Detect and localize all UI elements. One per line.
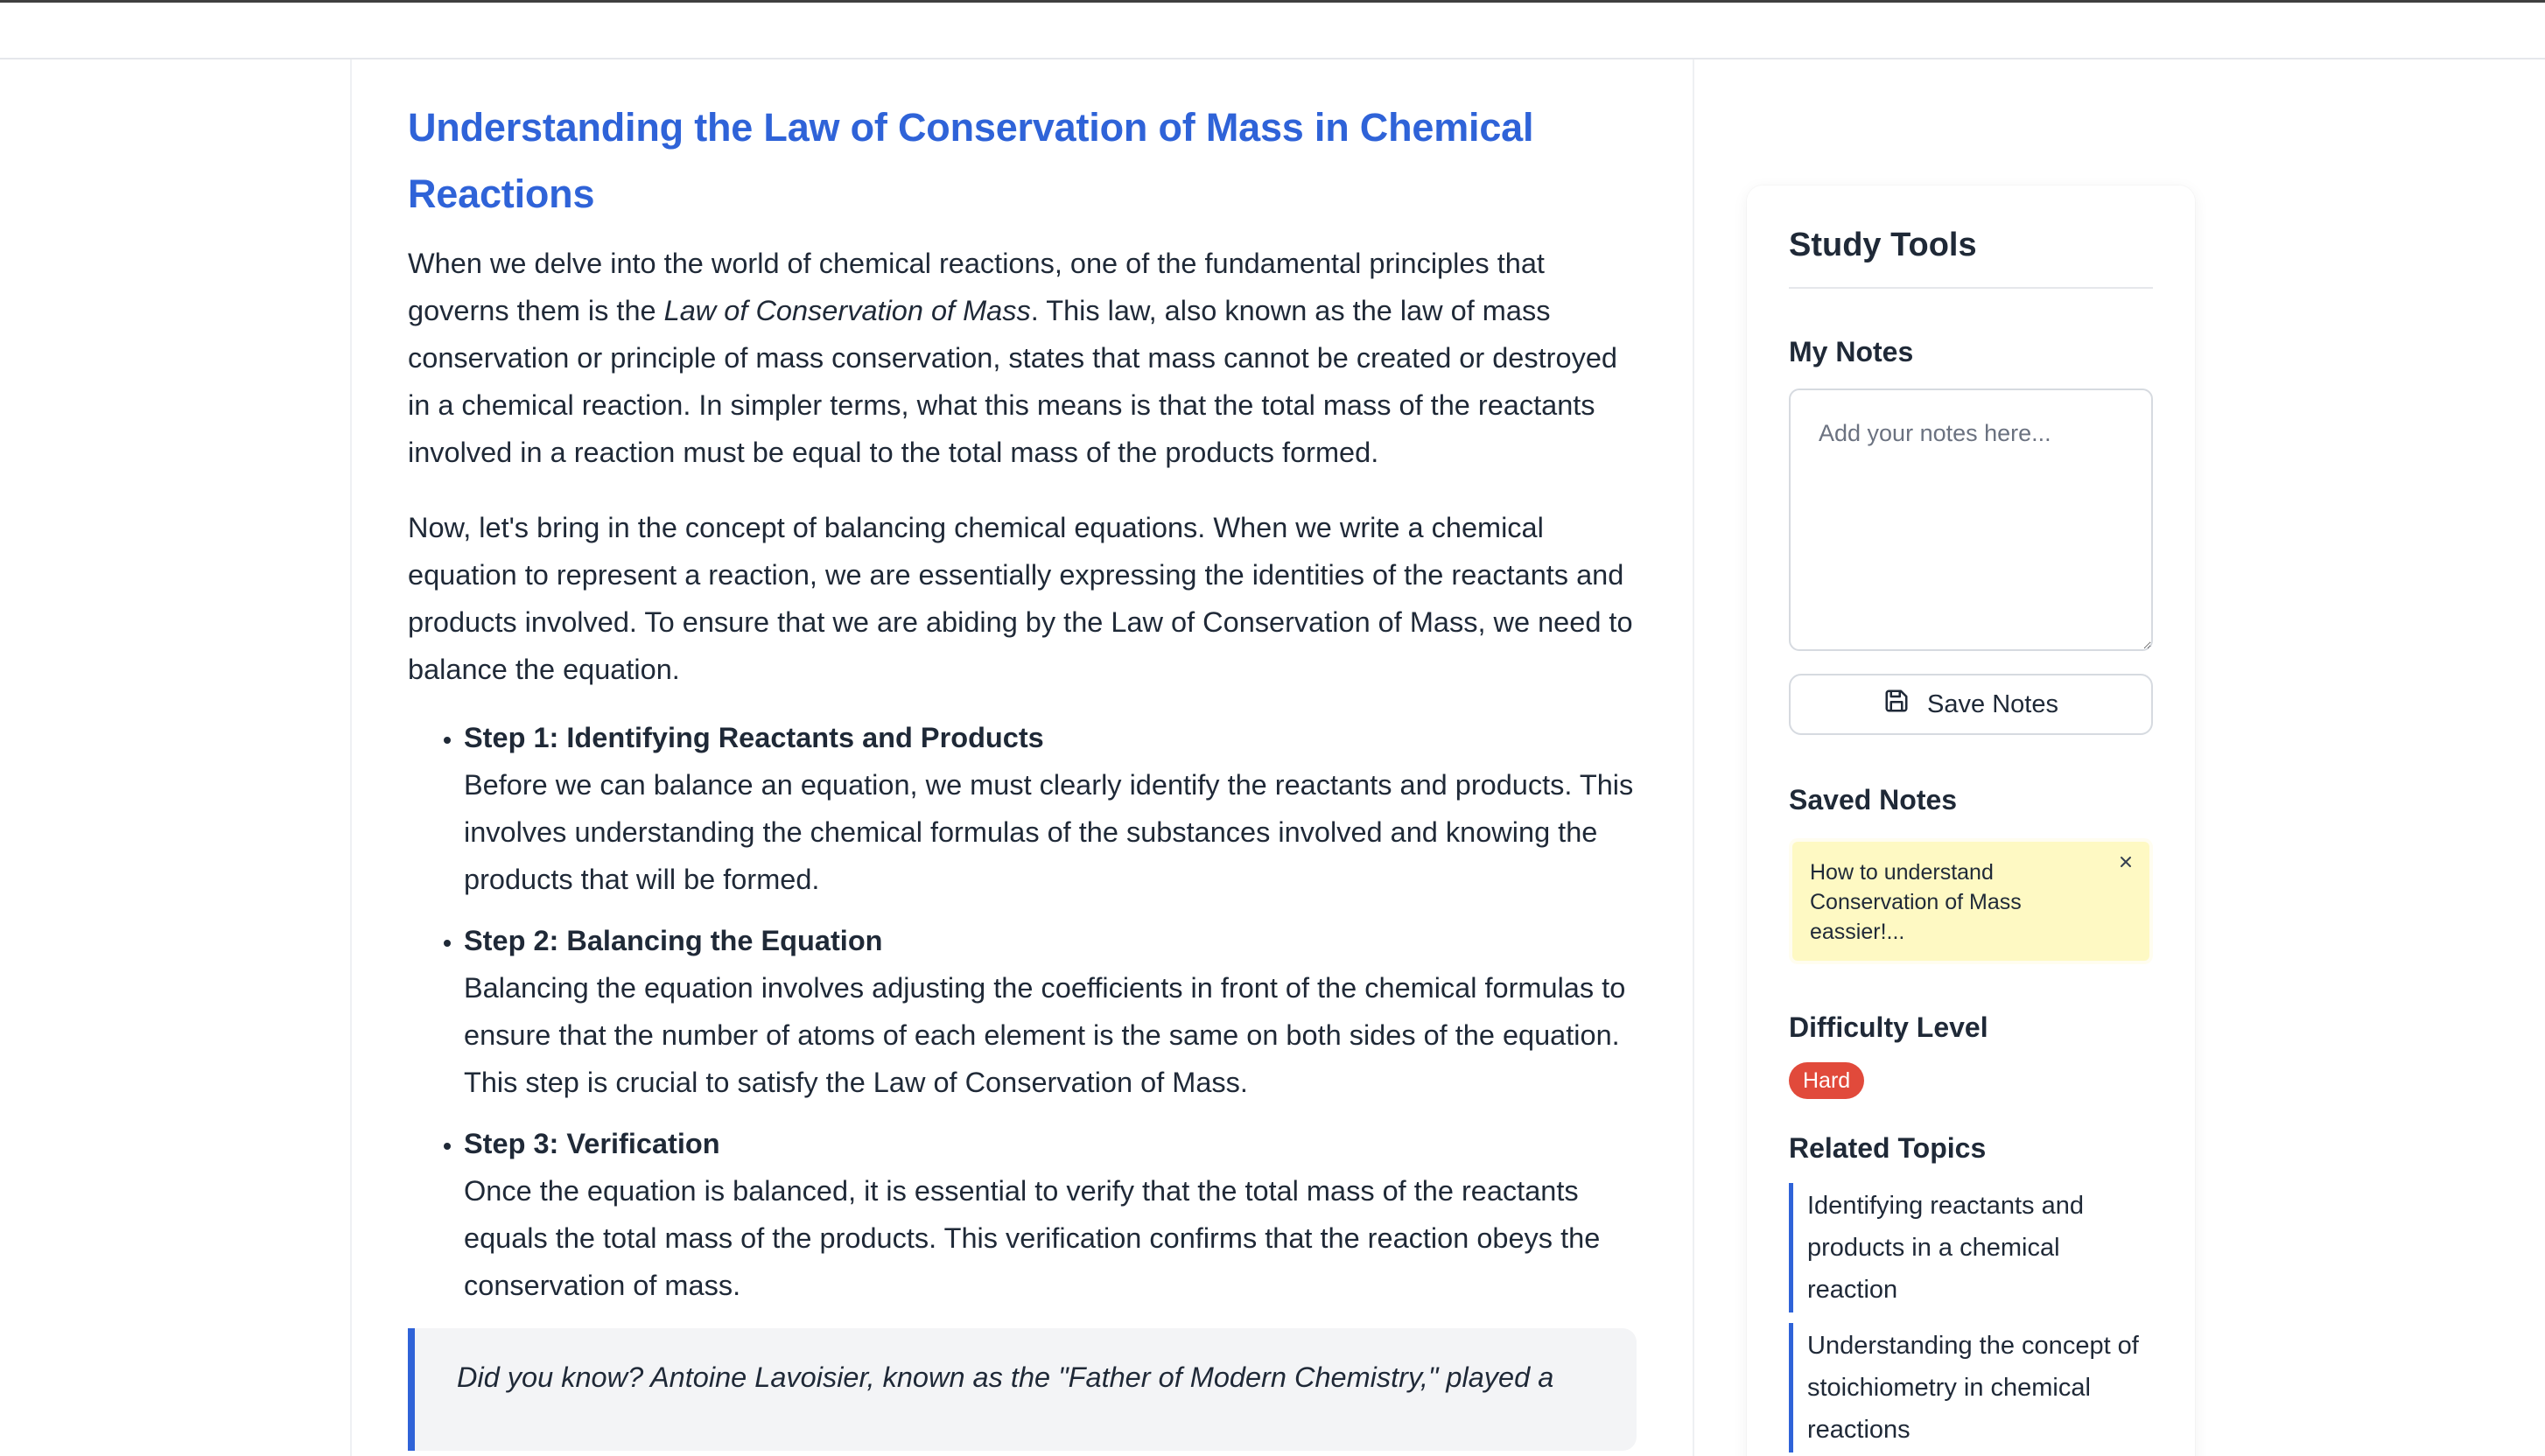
my-notes-heading: My Notes [1789,336,1914,368]
top-bar [0,0,2545,60]
article-panel: Understanding the Law of Conservation of… [350,60,1694,1456]
save-notes-button[interactable]: Save Notes [1789,674,2153,735]
related-topics-heading: Related Topics [1789,1132,1987,1164]
saved-notes-heading: Saved Notes [1789,784,1958,816]
intro-paragraph: When we delve into the world of chemical… [408,240,1637,476]
related-topic-link[interactable]: Identifying reactants and products in a … [1789,1183,2153,1312]
article-title: Understanding the Law of Conservation of… [408,105,1534,216]
study-tools-panel: Study Tools My Notes Save Notes Saved No… [1747,186,2195,1456]
page: Understanding the Law of Conservation of… [0,0,2545,1456]
step-item: Step 1: Identifying Reactants and Produc… [464,714,1637,903]
saved-note-text: How to understand Conservation of Mass e… [1810,860,2022,944]
law-name-emphasis: Law of Conservation of Mass [663,295,1031,326]
balancing-paragraph: Now, let's bring in the concept of balan… [408,512,1633,685]
save-notes-label: Save Notes [1927,690,2058,718]
related-topics-list: Identifying reactants and products in a … [1789,1183,2153,1452]
study-tools-title: Study Tools [1789,220,2153,289]
close-icon[interactable] [2113,849,2139,875]
step-text: Once the equation is balanced, it is ess… [464,1175,1601,1301]
saved-note[interactable]: How to understand Conservation of Mass e… [1792,842,2149,961]
difficulty-badge: Hard [1789,1062,1865,1099]
step-title: Step 1: Identifying Reactants and Produc… [464,722,1044,753]
steps-list: Step 1: Identifying Reactants and Produc… [408,714,1637,1309]
step-text: Balancing the equation involves adjustin… [464,972,1626,1098]
did-you-know-callout: Did you know? Antoine Lavoisier, known a… [408,1328,1637,1451]
step-text: Before we can balance an equation, we mu… [464,769,1634,895]
step-item: Step 2: Balancing the Equation Balancing… [464,917,1637,1106]
notes-input[interactable] [1789,388,2153,651]
step-title: Step 2: Balancing the Equation [464,925,883,956]
step-item: Step 3: Verification Once the equation i… [464,1120,1637,1309]
saved-notes-list: How to understand Conservation of Mass e… [1789,838,2153,964]
related-topic-link[interactable]: Understanding the concept of stoichiomet… [1789,1323,2153,1452]
difficulty-heading: Difficulty Level [1789,1012,1988,1043]
step-title: Step 3: Verification [464,1128,720,1159]
did-you-know-text: Did you know? Antoine Lavoisier, known a… [457,1362,1554,1393]
save-icon [1883,688,1910,721]
